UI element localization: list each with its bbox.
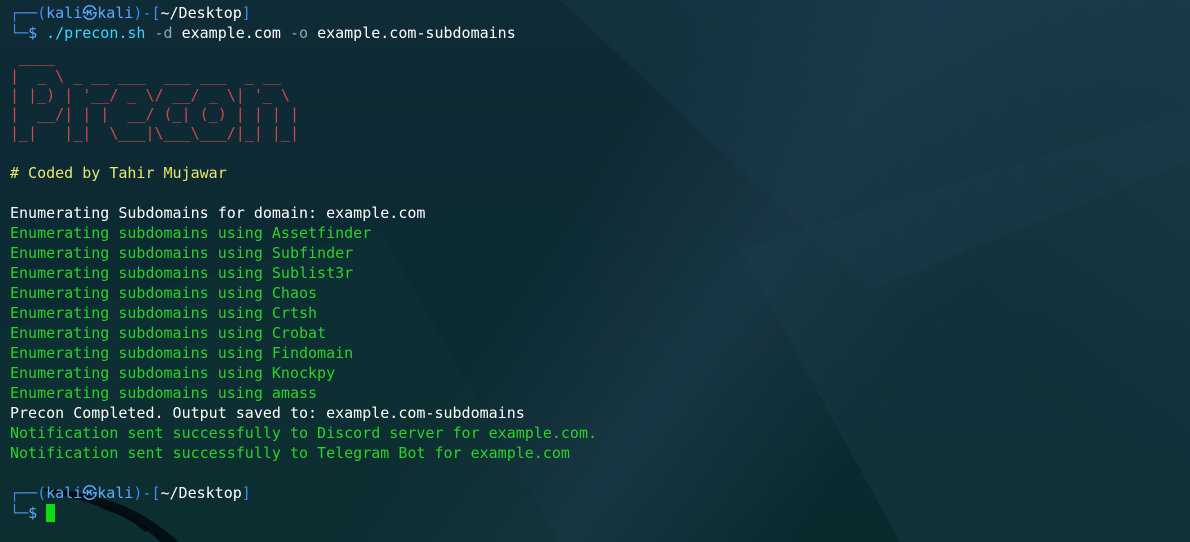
output-step: Enumerating subdomains using Crobat <box>10 324 327 342</box>
prompt-bracket-close: ] <box>241 484 251 502</box>
command-arg-output: example.com-subdomains <box>317 24 516 42</box>
command-flag-o: -o <box>280 24 318 42</box>
output-step: Enumerating subdomains using Assetfinder <box>10 224 372 242</box>
input-line[interactable]: └─$ <box>10 503 56 523</box>
output-header: Enumerating Subdomains for domain: examp… <box>10 204 426 222</box>
prompt-box-open: ┌──( <box>10 484 47 502</box>
output-step: Enumerating subdomains using Findomain <box>10 344 354 362</box>
terminal-window[interactable]: ┌──(kali㉿kali)-[~/Desktop] └─$ ./precon.… <box>0 0 1190 542</box>
output-notify-telegram: Notification sent successfully to Telegr… <box>10 444 570 462</box>
prompt-host: kali <box>97 484 134 502</box>
output-step: Enumerating subdomains using Subfinder <box>10 244 354 262</box>
output-completed: Precon Completed. Output saved to: examp… <box>10 404 525 422</box>
banner-line-1: ____ <box>10 48 56 66</box>
banner-line-2: | _ \ _ __ ___ ___ ___ _ __ <box>10 67 281 85</box>
output-notify-discord: Notification sent successfully to Discor… <box>10 424 597 442</box>
prompt-box-open: ┌──( <box>10 4 47 22</box>
credit-line: # Coded by Tahir Mujawar <box>10 164 227 182</box>
prompt-user: kali <box>46 4 83 22</box>
prompt-cwd: ~/Desktop <box>160 4 242 22</box>
banner-line-5: |_| |_| \___|\___\___/|_| |_| <box>10 124 299 142</box>
prompt-bracket: )-[ <box>133 4 161 22</box>
prompt-box-bottom: └─ <box>10 504 29 522</box>
banner-line-3: | |_) | '__/ _ \/ __/ _ \| '_ \ <box>10 86 290 104</box>
prompt-line-top: ┌──(kali㉿kali)-[~/Desktop] <box>10 3 251 23</box>
terminal-cursor[interactable] <box>46 504 56 522</box>
prompt-dollar: $ <box>28 24 47 42</box>
prompt-bracket-close: ] <box>241 4 251 22</box>
command-line: └─$ ./precon.sh -d example.com -o exampl… <box>10 23 516 43</box>
prompt-user: kali <box>46 484 83 502</box>
command-arg-domain: example.com <box>181 24 281 42</box>
command-program: ./precon.sh <box>46 24 146 42</box>
prompt-bracket: )-[ <box>133 484 161 502</box>
prompt-host: kali <box>97 4 134 22</box>
output-step: Enumerating subdomains using Chaos <box>10 284 318 302</box>
prompt-box-bottom: └─ <box>10 24 29 42</box>
output-step: Enumerating subdomains using Crtsh <box>10 304 318 322</box>
output-step: Enumerating subdomains using Sublist3r <box>10 264 354 282</box>
banner-line-4: | __/| | | __/ (_| (_) | | | | <box>10 105 299 123</box>
prompt-cwd: ~/Desktop <box>160 484 242 502</box>
prompt-dollar: $ <box>28 504 47 522</box>
command-flag-d: -d <box>145 24 182 42</box>
output-step: Enumerating subdomains using amass <box>10 384 318 402</box>
output-step: Enumerating subdomains using Knockpy <box>10 364 336 382</box>
prompt-at-symbol: ㉿ <box>82 4 98 22</box>
prompt-at-symbol: ㉿ <box>82 484 98 502</box>
prompt-line-top-2: ┌──(kali㉿kali)-[~/Desktop] <box>10 483 251 503</box>
